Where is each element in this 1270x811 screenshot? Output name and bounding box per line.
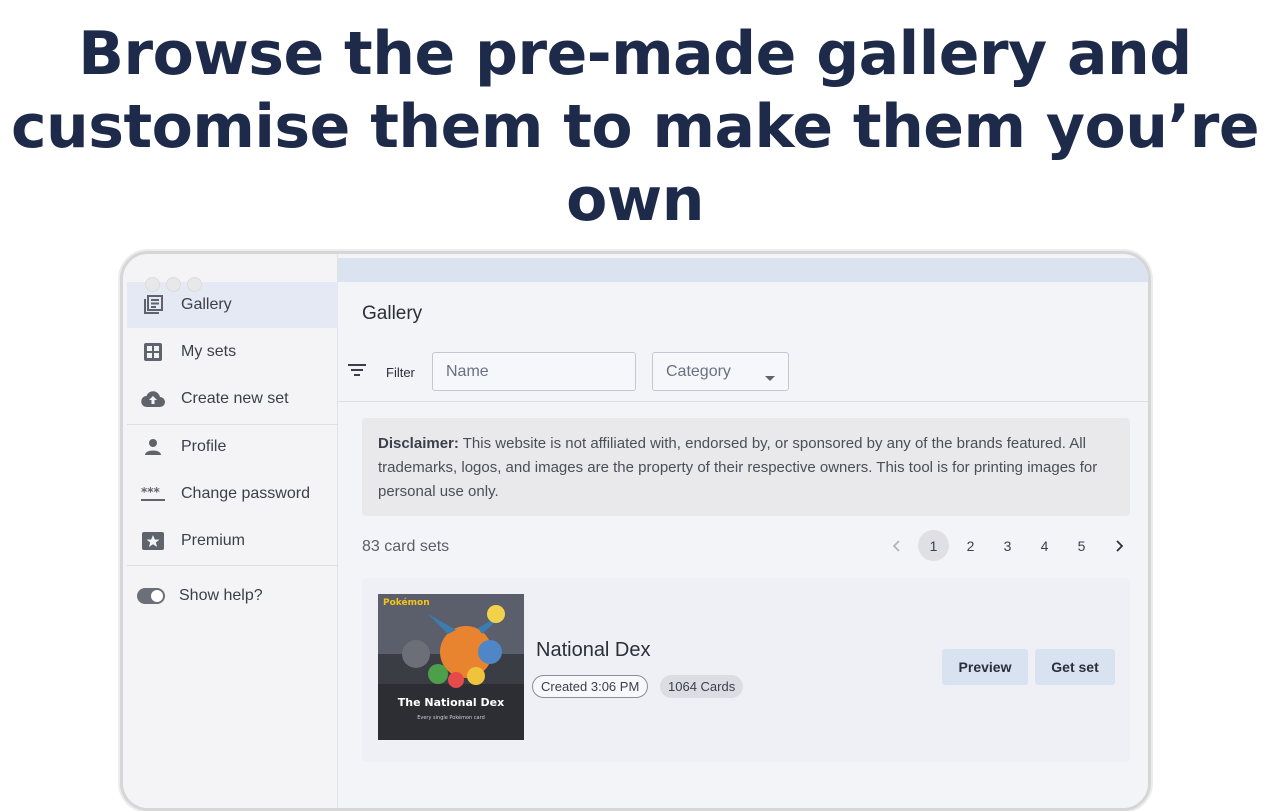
gallery-icon: [141, 293, 165, 317]
page-button-3[interactable]: 3: [992, 530, 1023, 561]
cloud-upload-icon: [141, 387, 165, 411]
sidebar-item-profile[interactable]: Profile: [127, 424, 338, 470]
filter-label: Filter: [386, 365, 415, 380]
set-count: 83 card sets: [362, 538, 450, 555]
filter-icon[interactable]: [348, 363, 366, 382]
card-count-badge: 1064 Cards: [660, 675, 744, 698]
hero-heading: Browse the pre-made gallery and customis…: [0, 18, 1270, 237]
sidebar-item-my-sets[interactable]: My sets: [127, 329, 338, 375]
hero-line-2: customise them to make them you’re: [10, 92, 1260, 162]
chevron-down-icon: [765, 369, 775, 387]
sidebar-item-create-new-set[interactable]: Create new set: [127, 376, 338, 422]
grid-icon: [141, 340, 165, 364]
pagination: 1 2 3 4 5: [881, 530, 1134, 561]
page-button-5[interactable]: 5: [1066, 530, 1097, 561]
star-card-icon: [141, 529, 165, 553]
name-input[interactable]: Name: [432, 352, 636, 391]
card-set-item[interactable]: Pokémon The National Dex Every single Po…: [362, 578, 1130, 762]
sidebar-item-label: Premium: [181, 532, 246, 549]
filter-bar: Filter Name Category: [338, 349, 1148, 402]
set-title: National Dex: [536, 639, 651, 661]
sidebar-item-label: My sets: [181, 343, 237, 360]
sidebar-item-label: Change password: [181, 485, 310, 502]
page-title: Gallery: [362, 303, 423, 324]
sidebar-item-premium[interactable]: Premium: [127, 518, 338, 564]
thumb-brand: Pokémon: [383, 598, 430, 608]
hero-line-3: own: [566, 165, 704, 235]
window-dot-minimize[interactable]: [166, 277, 181, 292]
sidebar-item-label: Profile: [181, 438, 227, 455]
app-window: Gallery My sets Create new set Profile *…: [120, 251, 1151, 811]
sidebar-item-change-password[interactable]: *** Change password: [127, 471, 338, 517]
category-select[interactable]: Category: [652, 352, 789, 391]
window-dot-close[interactable]: [145, 277, 160, 292]
set-thumbnail: Pokémon The National Dex Every single Po…: [378, 594, 524, 740]
name-input-placeholder: Name: [446, 362, 489, 380]
next-page-icon[interactable]: [1103, 530, 1134, 561]
page-button-1[interactable]: 1: [918, 530, 949, 561]
window-controls: [145, 277, 202, 292]
disclaimer-label: Disclaimer:: [378, 435, 459, 452]
hero-line-1: Browse the pre-made gallery and: [78, 19, 1192, 89]
app-top-bar: [338, 258, 1148, 282]
toggle-switch[interactable]: [137, 588, 165, 604]
svg-text:***: ***: [141, 487, 161, 499]
page-button-2[interactable]: 2: [955, 530, 986, 561]
sidebar-divider: [127, 565, 338, 566]
person-icon: [141, 435, 165, 459]
category-select-placeholder: Category: [666, 362, 731, 380]
window-dot-maximize[interactable]: [187, 277, 202, 292]
password-icon: ***: [141, 482, 165, 506]
sidebar-item-label: Gallery: [181, 296, 232, 313]
thumb-subcaption: Every single Pokémon card: [417, 715, 485, 721]
created-badge: Created 3:06 PM: [532, 675, 649, 698]
page-button-4[interactable]: 4: [1029, 530, 1060, 561]
prev-page-icon[interactable]: [881, 530, 912, 561]
sidebar: Gallery My sets Create new set Profile *…: [123, 254, 338, 808]
toggle-label: Show help?: [179, 587, 263, 604]
thumb-caption: The National Dex: [397, 696, 505, 709]
show-help-toggle[interactable]: Show help?: [137, 587, 263, 605]
disclaimer-box: Disclaimer: This website is not affiliat…: [362, 418, 1130, 516]
disclaimer-text: This website is not affiliated with, end…: [378, 435, 1098, 500]
sidebar-item-label: Create new set: [181, 390, 289, 407]
get-set-button[interactable]: Get set: [1035, 649, 1115, 685]
main-content: Gallery Filter Name Category Disclaimer:…: [338, 282, 1148, 808]
preview-button[interactable]: Preview: [942, 649, 1028, 685]
